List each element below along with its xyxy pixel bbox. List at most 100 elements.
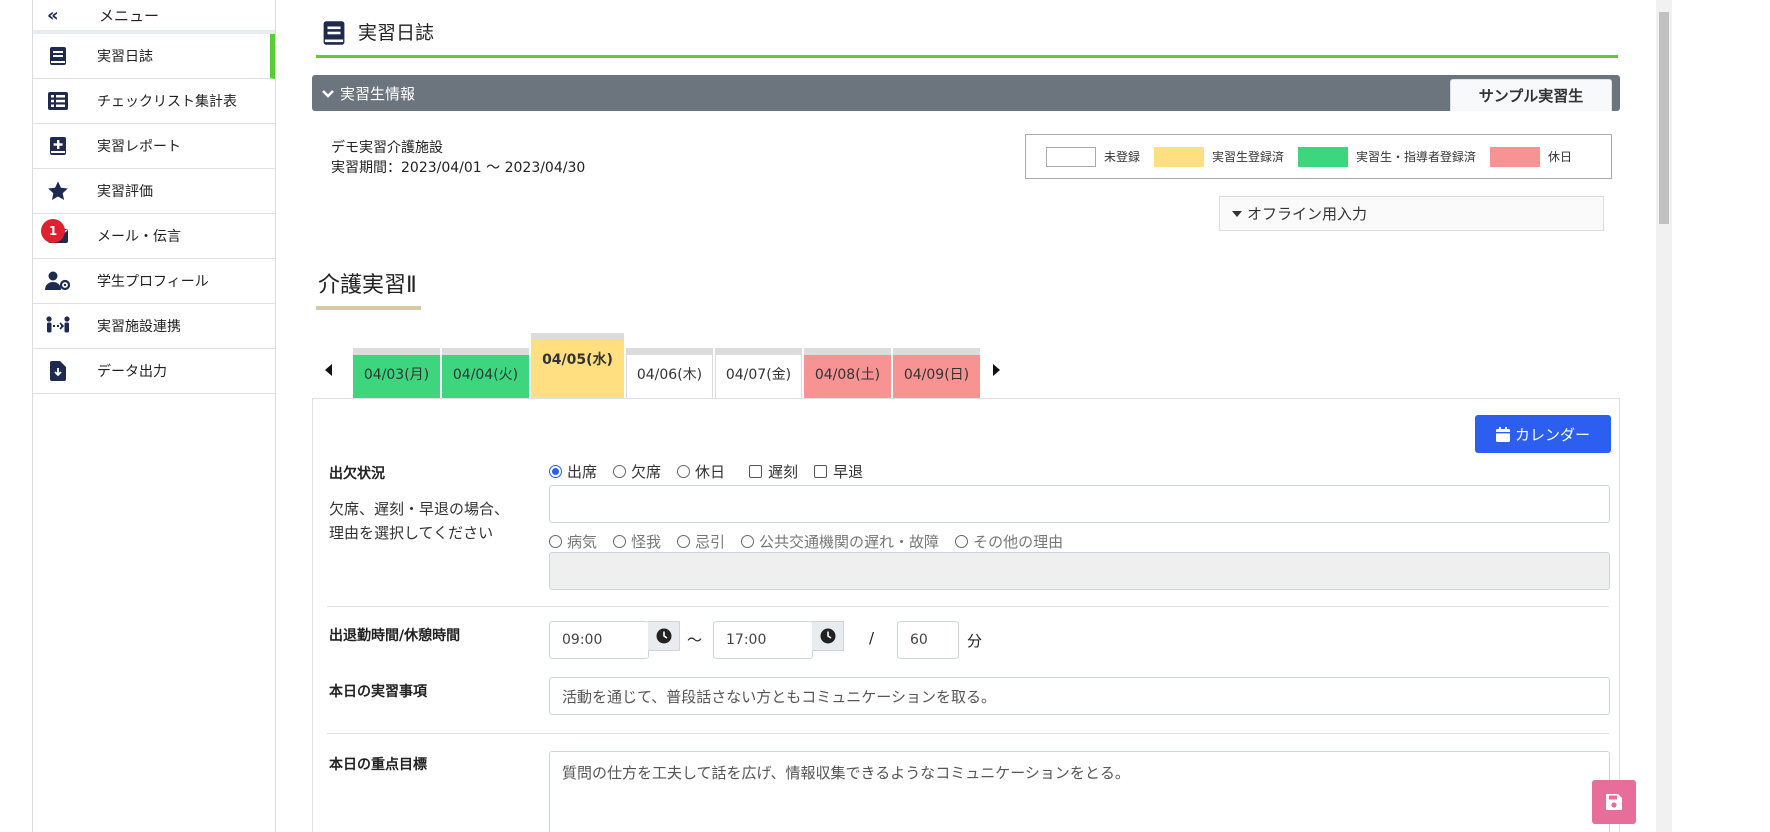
scrollbar-thumb[interactable] (1659, 12, 1669, 224)
clock-icon (820, 628, 835, 644)
day-tab[interactable]: 04/03(月) (353, 348, 440, 398)
calendar-button[interactable]: カレンダー (1475, 415, 1611, 453)
student-info-label: 実習生情報 (340, 85, 416, 103)
radio-label: 怪我 (631, 533, 662, 551)
day-tab[interactable]: 04/04(火) (442, 348, 529, 398)
other-reason-input[interactable] (549, 552, 1610, 590)
calendar-icon (1495, 426, 1510, 442)
sidebar-item-label: チェックリスト集計表 (97, 94, 237, 110)
end-time-input[interactable]: 17:00 (713, 621, 813, 659)
radio-present[interactable]: 出席 (549, 461, 597, 482)
caret-right-icon (993, 364, 1000, 376)
radio-label: 忌引 (695, 533, 726, 551)
attendance-options: 出席 欠席 休日 遅刻 早退 (549, 461, 879, 482)
caret-left-icon (325, 364, 332, 376)
start-time-picker[interactable] (648, 621, 680, 651)
collapse-icon[interactable]: « (47, 5, 73, 26)
break-unit: 分 (967, 632, 983, 650)
sidebar-item-data-export[interactable]: データ出力 (33, 349, 275, 394)
sidebar-item-journal[interactable]: 実習日誌 (33, 34, 275, 79)
day-tab-selected[interactable]: 04/05(水) (531, 333, 624, 398)
start-time-input[interactable]: 09:00 (549, 621, 649, 659)
day-tab-label: 04/05(水) (542, 352, 613, 368)
radio-label: 休日 (695, 463, 726, 481)
day-tab[interactable]: 04/07(金) (715, 348, 802, 398)
sidebar-item-mail[interactable]: 1 メール・伝言 (33, 214, 275, 259)
end-time-picker[interactable] (812, 621, 844, 651)
radio-circle[interactable] (549, 465, 562, 478)
save-button[interactable] (1592, 780, 1636, 824)
sidebar-item-label: データ出力 (97, 364, 167, 380)
radio-reason-illness[interactable]: 病気 (549, 531, 597, 552)
radio-reason-injury[interactable]: 怪我 (613, 531, 661, 552)
page-title-text: 実習日誌 (358, 22, 435, 44)
status-legend: 未登録 実習生登録済 実習生・指導者登録済 休日 (1025, 134, 1612, 179)
radio-absent[interactable]: 欠席 (613, 461, 661, 482)
day-tabs: 04/03(月) 04/04(火) 04/05(水) 04/06(木) 04/0… (312, 330, 1112, 398)
radio-label: その他の理由 (973, 533, 1064, 551)
student-info-bar[interactable]: 実習生情報 サンプル実習生 (312, 75, 1620, 111)
day-tab-label: 04/07(金) (725, 367, 792, 383)
sidebar-item-evaluation[interactable]: 実習評価 (33, 169, 275, 214)
sidebar-item-label: 実習評価 (97, 184, 153, 200)
legend-label: 実習生登録済 (1212, 150, 1285, 164)
break-separator: / (869, 629, 875, 647)
radio-circle[interactable] (677, 465, 691, 478)
checkbox-late[interactable]: 遅刻 (749, 461, 798, 482)
sidebar-item-facility-link[interactable]: 実習施設連携 (33, 304, 275, 349)
today-item-input[interactable]: 活動を通じて、普段話さない方ともコミュニケーションを取る。 (549, 677, 1610, 715)
section-title: 介護実習Ⅱ (316, 268, 421, 310)
calendar-button-label: カレンダー (1514, 425, 1590, 444)
day-tab[interactable]: 04/09(日) (893, 348, 980, 398)
radio-circle[interactable] (549, 535, 562, 548)
legend-swatch-both (1298, 146, 1349, 167)
radio-reason-transit[interactable]: 公共交通機関の遅れ・故障 (741, 531, 939, 552)
checkbox-early-leave[interactable]: 早退 (814, 461, 863, 482)
day-tab[interactable]: 04/08(土) (804, 348, 891, 398)
student-name-tab[interactable]: サンプル実習生 (1450, 79, 1612, 111)
chevron-down-icon (322, 90, 334, 98)
radio-circle[interactable] (741, 535, 755, 548)
legend-swatch-holiday (1490, 146, 1541, 167)
checkbox-box[interactable] (749, 465, 763, 478)
checkbox-label: 早退 (833, 463, 864, 481)
sidebar-header[interactable]: « メニュー (33, 0, 275, 34)
offline-input-toggle[interactable]: オフライン用入力 (1219, 196, 1604, 231)
time-range-separator: 〜 (687, 631, 703, 649)
attendance-reason-input[interactable] (549, 485, 1610, 523)
reason-options: 病気 怪我 忌引 公共交通機関の遅れ・故障 その他の理由 (549, 531, 1079, 552)
day-tab-label: 04/09(日) (903, 367, 970, 383)
checkbox-box[interactable] (814, 465, 828, 478)
book-icon (45, 45, 71, 67)
radio-circle[interactable] (613, 465, 627, 478)
legend-label: 実習生・指導者登録済 (1356, 150, 1477, 164)
student-info-toggle[interactable]: 実習生情報 (322, 83, 415, 104)
prev-week-button[interactable] (319, 360, 339, 380)
floppy-disk-icon (1606, 794, 1622, 810)
sidebar-item-report[interactable]: 実習レポート (33, 124, 275, 169)
legend-swatch-unregistered (1046, 146, 1096, 167)
legend-label: 未登録 (1104, 150, 1141, 164)
radio-label: 病気 (567, 533, 598, 551)
checkbox-label: 遅刻 (768, 463, 799, 481)
radio-circle[interactable] (613, 535, 627, 548)
user-gear-icon (45, 270, 71, 292)
page-scrollbar[interactable] (1656, 0, 1672, 832)
break-minutes-input[interactable]: 60 (897, 621, 959, 659)
today-goal-textarea[interactable]: 質問の仕方を工夫して話を広げ、情報収集できるようなコミュニケーションをとる。 (549, 751, 1610, 832)
sidebar-item-checklist[interactable]: チェックリスト集計表 (33, 79, 275, 124)
radio-reason-other[interactable]: その他の理由 (955, 531, 1063, 552)
clock-icon (656, 628, 671, 644)
sidebar-item-label: メール・伝言 (97, 229, 181, 245)
radio-holiday[interactable]: 休日 (677, 461, 725, 482)
radio-label: 公共交通機関の遅れ・故障 (759, 533, 940, 551)
sidebar-item-profile[interactable]: 学生プロフィール (33, 259, 275, 304)
next-week-button[interactable] (986, 360, 1006, 380)
radio-circle[interactable] (955, 535, 969, 548)
day-tab-label: 04/04(火) (452, 367, 519, 383)
radio-circle[interactable] (677, 535, 691, 548)
list-icon (45, 90, 71, 112)
sidebar: « メニュー 実習日誌 チェックリスト集計表 実習レポート 実習評価 1 メール… (32, 0, 276, 832)
day-tab[interactable]: 04/06(木) (626, 348, 713, 398)
radio-reason-bereavement[interactable]: 忌引 (677, 531, 725, 552)
